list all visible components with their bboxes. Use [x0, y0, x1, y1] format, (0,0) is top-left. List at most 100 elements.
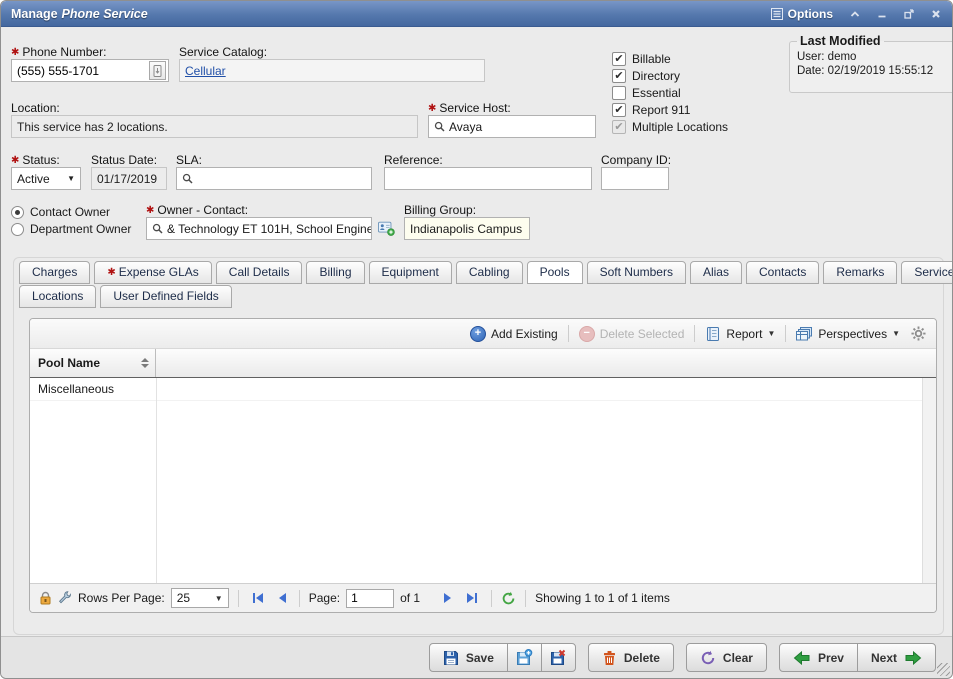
footer-bar: Save Delete Clear Prev Next [1, 636, 952, 678]
save-and-close-button[interactable] [541, 643, 576, 672]
contact-owner-radio-row[interactable]: Contact Owner [11, 205, 110, 219]
caret-down-icon: ▼ [892, 329, 900, 338]
delete-button[interactable]: Delete [588, 643, 674, 672]
service-host-field[interactable]: Avaya [428, 115, 596, 138]
company-id-label: Company ID: [601, 153, 671, 167]
tab-strip-row2: Locations User Defined Fields [19, 285, 232, 308]
reference-field[interactable] [384, 167, 592, 190]
location-field: This service has 2 locations. [11, 115, 418, 138]
owner-contact-field[interactable]: & Technology ET 101H, School Engineer [146, 217, 372, 240]
department-owner-radio[interactable] [11, 223, 24, 236]
pools-panel: + Add Existing − Delete Selected Report … [29, 318, 937, 613]
prev-page-button[interactable] [274, 592, 290, 604]
page-input[interactable] [346, 589, 394, 608]
sla-input[interactable] [197, 172, 366, 186]
pager-separator [491, 590, 492, 607]
tab-billing[interactable]: Billing [306, 261, 364, 284]
department-owner-label: Department Owner [30, 222, 131, 236]
tab-contacts[interactable]: Contacts [746, 261, 819, 284]
essential-label: Essential [632, 86, 681, 100]
remove-icon: − [579, 326, 595, 342]
save-add-icon [516, 649, 533, 666]
caret-down-icon: ▼ [67, 174, 75, 183]
phone-number-field[interactable] [11, 59, 169, 82]
tab-locations[interactable]: Locations [19, 285, 96, 308]
pager-separator [238, 590, 239, 607]
grid-pager: Rows Per Page: 25▼ Page: of 1 Showing 1 … [30, 583, 936, 612]
wrench-icon[interactable] [58, 591, 72, 605]
clear-button[interactable]: Clear [686, 643, 767, 672]
lock-icon[interactable] [39, 591, 52, 605]
phone-number-input[interactable] [17, 64, 146, 78]
add-icon: + [470, 326, 486, 342]
tab-user-defined-fields[interactable]: User Defined Fields [100, 285, 231, 308]
tab-soft-numbers[interactable]: Soft Numbers [587, 261, 686, 284]
billing-group-field[interactable]: Indianapolis Campus [404, 217, 530, 240]
directory-checkbox[interactable]: ✔ [612, 69, 626, 83]
next-page-button[interactable] [440, 592, 456, 604]
tab-call-details[interactable]: Call Details [216, 261, 303, 284]
sla-field[interactable] [176, 167, 372, 190]
add-existing-button[interactable]: + Add Existing [470, 326, 558, 342]
department-owner-radio-row[interactable]: Department Owner [11, 222, 131, 236]
save-close-icon [550, 649, 567, 666]
owner-contact-label: ✱Owner - Contact: [146, 203, 248, 217]
company-id-field[interactable] [601, 167, 669, 190]
add-contact-button[interactable] [377, 219, 396, 238]
tab-service-desk[interactable]: Service Desk [901, 261, 953, 284]
toolbar-separator [568, 325, 569, 342]
table-row[interactable]: Miscellaneous [30, 378, 922, 401]
last-modified-user: User: demo [797, 51, 950, 63]
perspectives-button[interactable]: Perspectives ▼ [796, 326, 900, 342]
grid-settings-gear-icon[interactable] [911, 326, 926, 341]
prev-button[interactable]: Prev [779, 643, 858, 672]
tab-cabling[interactable]: Cabling [456, 261, 523, 284]
pager-separator [299, 590, 300, 607]
essential-checkbox[interactable]: ✔ [612, 86, 626, 100]
tab-pools[interactable]: Pools [527, 261, 583, 284]
grid-scrollbar[interactable] [922, 378, 936, 583]
required-icon: ✱ [107, 267, 115, 278]
status-select[interactable]: Active▼ [11, 167, 81, 190]
rows-per-page-label: Rows Per Page: [78, 591, 165, 605]
first-page-button[interactable] [248, 592, 268, 604]
multiple-locations-checkbox-row: ✔ Multiple Locations [612, 120, 728, 134]
last-page-button[interactable] [462, 592, 482, 604]
search-icon [434, 121, 445, 132]
reference-input[interactable] [390, 172, 586, 186]
tab-equipment[interactable]: Equipment [369, 261, 452, 284]
toolbar-separator [785, 325, 786, 342]
caret-down-icon: ▼ [767, 329, 775, 338]
tab-strip-row1: Charges ✱Expense GLAs Call Details Billi… [19, 261, 953, 284]
tab-expense-glas[interactable]: ✱Expense GLAs [94, 261, 211, 284]
billable-label: Billable [632, 52, 671, 66]
clear-refresh-icon [700, 650, 716, 666]
perspectives-icon [796, 326, 813, 342]
save-button[interactable]: Save [429, 643, 508, 672]
report-button[interactable]: Report ▼ [705, 326, 775, 342]
refresh-icon[interactable] [501, 591, 516, 606]
tab-remarks[interactable]: Remarks [823, 261, 897, 284]
report-911-checkbox[interactable]: ✔ [612, 103, 626, 117]
grid-toolbar: + Add Existing − Delete Selected Report … [30, 319, 936, 349]
report-icon [705, 326, 721, 342]
phone-number-tool-button[interactable] [149, 61, 166, 80]
rows-per-page-select[interactable]: 25▼ [171, 588, 229, 608]
contact-owner-radio[interactable] [11, 206, 24, 219]
column-divider [156, 378, 157, 583]
tab-charges[interactable]: Charges [19, 261, 90, 284]
phone-device-icon [153, 65, 162, 77]
page-of-label: of 1 [400, 591, 420, 605]
pool-name-column-header[interactable]: Pool Name [30, 349, 156, 377]
save-and-new-button[interactable] [507, 643, 542, 672]
prev-next-group: Prev Next [779, 643, 936, 672]
service-catalog-link[interactable]: Cellular [185, 64, 226, 78]
search-icon [182, 173, 193, 184]
company-id-input[interactable] [607, 172, 663, 186]
next-button[interactable]: Next [857, 643, 936, 672]
tab-alias[interactable]: Alias [690, 261, 742, 284]
billable-checkbox[interactable]: ✔ [612, 52, 626, 66]
edit-pencil-icon[interactable] [528, 223, 530, 235]
resize-grip[interactable] [937, 663, 950, 676]
contact-card-add-icon [378, 220, 395, 237]
